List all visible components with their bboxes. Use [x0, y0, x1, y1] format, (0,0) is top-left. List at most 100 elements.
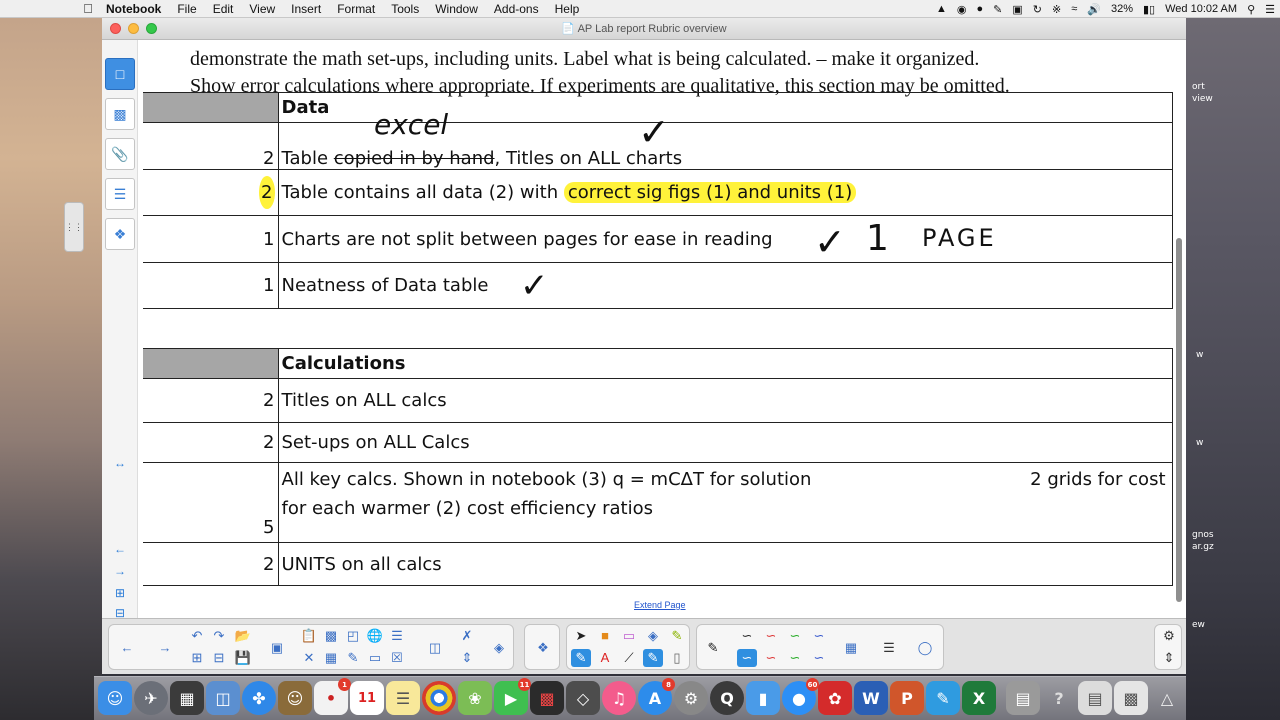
keynote-icon[interactable]: ▮ — [746, 681, 780, 715]
launchpad-icon[interactable]: ✈ — [134, 681, 168, 715]
photo-booth-icon[interactable]: ▩ — [530, 681, 564, 715]
safari-icon[interactable]: ✤ — [242, 681, 276, 715]
collapse-sidebar-handle[interactable]: ⋮⋮ — [64, 202, 84, 252]
documents-stack-icon[interactable]: ▤ — [1006, 681, 1040, 715]
next-page-icon[interactable]: → — [155, 639, 175, 657]
undo-icon[interactable]: ↶ — [187, 627, 207, 645]
stroke-blue-icon[interactable]: ∽ — [809, 627, 829, 645]
downloads-stack-icon[interactable]: ▤ — [1078, 681, 1112, 715]
stroke-green-icon[interactable]: ∽ — [785, 627, 805, 645]
highlighter-icon[interactable]: ✎ — [667, 627, 687, 645]
record-icon[interactable]: ◉ — [952, 3, 972, 16]
display-icon[interactable]: ▭ — [365, 649, 385, 667]
itunes-icon[interactable]: ♫ — [602, 681, 636, 715]
contacts-icon[interactable]: ☺ — [278, 681, 312, 715]
extend-page-link[interactable]: Extend Page — [634, 600, 686, 610]
menu-addons[interactable]: Add-ons — [486, 2, 547, 16]
system-preferences-icon[interactable]: ⚙ — [674, 681, 708, 715]
menu-format[interactable]: Format — [329, 2, 383, 16]
table-icon[interactable]: ▦ — [321, 649, 341, 667]
photos-icon[interactable]: ❀ — [458, 681, 492, 715]
excel-icon[interactable]: X — [962, 681, 996, 715]
sync-icon[interactable]: ↻ — [1028, 3, 1047, 16]
text-tool-icon[interactable]: A — [595, 649, 615, 667]
notebook-page[interactable]: demonstrate the math set-ups, including … — [138, 40, 1186, 618]
menu-insert[interactable]: Insert — [283, 2, 329, 16]
menu-window[interactable]: Window — [427, 2, 486, 16]
cross-icon[interactable]: ✗ — [457, 627, 477, 645]
toolbar-move-icon[interactable]: ⇕ — [1159, 649, 1179, 667]
color-palette-icon[interactable]: ▦ — [841, 639, 861, 657]
add-page-icon[interactable]: ⊞ — [110, 586, 130, 600]
menu-view[interactable]: View — [241, 2, 283, 16]
redo-icon[interactable]: ↷ — [209, 627, 229, 645]
close-screen-icon[interactable]: ☒ — [387, 649, 407, 667]
web-icon[interactable]: 🌐 — [365, 627, 385, 645]
tools-icon[interactable]: ☰ — [387, 627, 407, 645]
page-sorter-tab[interactable]: □ — [105, 58, 135, 90]
word-icon[interactable]: W — [854, 681, 888, 715]
gear-icon[interactable]: ⚙ — [1159, 627, 1179, 645]
paste-icon[interactable]: 📋 — [299, 627, 319, 645]
eraser-small-icon[interactable]: ▯ — [667, 649, 687, 667]
fill-icon[interactable]: ◈ — [643, 627, 663, 645]
list-icon[interactable]: ☰ — [1260, 3, 1280, 16]
image-capture-icon[interactable]: ◇ — [566, 681, 600, 715]
menu-edit[interactable]: Edit — [205, 2, 242, 16]
screen-shade-icon[interactable]: ▣ — [267, 639, 287, 657]
calendar-icon[interactable]: 11 — [350, 681, 384, 715]
add-icon[interactable]: ⊞ — [187, 649, 207, 667]
messages-icon[interactable]: ● 60 — [782, 678, 819, 715]
addons-tab[interactable]: ❖ — [105, 218, 135, 250]
stroke-green-thick-icon[interactable]: ∽ — [785, 649, 805, 667]
doc-camera-icon[interactable]: ✎ — [343, 649, 363, 667]
attachments-tab[interactable]: 📎 — [105, 138, 135, 170]
stroke-black-icon[interactable]: ∽ — [737, 627, 757, 645]
facetime-icon[interactable]: ▶ 11 — [494, 678, 531, 715]
previous-page-icon[interactable]: ← — [117, 639, 137, 657]
recent-files-icon[interactable]: ▩ — [1114, 681, 1148, 715]
menu-tools[interactable]: Tools — [383, 2, 427, 16]
battery-icon[interactable]: ▮▯ — [1138, 3, 1160, 16]
reminders-icon[interactable]: • 1 — [314, 678, 351, 715]
arrow-right-icon[interactable]: → — [110, 564, 130, 578]
addon-puzzle-icon[interactable]: ❖ — [533, 639, 553, 657]
fit-icon[interactable]: ⇕ — [457, 649, 477, 667]
dual-page-icon[interactable]: ◫ — [425, 639, 445, 657]
menu-file[interactable]: File — [169, 2, 204, 16]
battery-percent[interactable]: 32% — [1106, 3, 1138, 15]
apple-menu-icon[interactable]:  — [78, 1, 98, 16]
stroke-red-icon[interactable]: ∽ — [761, 627, 781, 645]
stop-icon[interactable]: ● — [972, 3, 989, 15]
bluetooth-icon[interactable]: ※ — [1047, 3, 1066, 16]
gallery-tab[interactable]: ▩ — [105, 98, 135, 130]
shapes-icon[interactable]: ■ — [595, 627, 615, 645]
pen-properties-icon[interactable]: ✎ — [703, 639, 723, 657]
pen-icon[interactable]: ✎ — [988, 3, 1007, 16]
eraser-icon[interactable]: ▭ — [619, 627, 639, 645]
open-icon[interactable]: 📂 — [233, 627, 253, 645]
select-icon[interactable]: ➤ — [571, 627, 591, 645]
bell-icon[interactable]: ◈ — [489, 639, 509, 657]
finder-icon[interactable]: ☺ — [98, 681, 132, 715]
wifi-icon[interactable]: ≈ — [1066, 3, 1082, 15]
properties-tab[interactable]: ☰ — [105, 178, 135, 210]
save-icon[interactable]: 💾 — [233, 649, 253, 667]
acrobat-icon[interactable]: ✿ — [818, 681, 852, 715]
powerpoint-icon[interactable]: P — [890, 681, 924, 715]
menu-help[interactable]: Help — [547, 2, 588, 16]
resize-horizontal-icon[interactable]: ↔ — [110, 456, 130, 470]
clock[interactable]: Wed 10:02 AM — [1160, 3, 1242, 15]
textedit-icon[interactable]: ✎ — [926, 681, 960, 715]
preview-icon[interactable]: ◫ — [206, 681, 240, 715]
remove-icon[interactable]: ⊟ — [209, 649, 229, 667]
pen-tool-icon[interactable]: ✎ — [571, 649, 591, 667]
capture-icon[interactable]: ▩ — [321, 627, 341, 645]
stroke-purple-icon[interactable]: ∽ — [809, 649, 829, 667]
menu-app-name[interactable]: Notebook — [98, 2, 169, 16]
trash-icon[interactable]: △ — [1150, 681, 1184, 715]
arrow-left-icon[interactable]: ← — [110, 542, 130, 556]
volume-icon[interactable]: 🔊 — [1082, 3, 1106, 16]
line-style-icon[interactable]: ☰ — [879, 639, 899, 657]
stroke-selected-icon[interactable]: ∽ — [737, 649, 757, 667]
